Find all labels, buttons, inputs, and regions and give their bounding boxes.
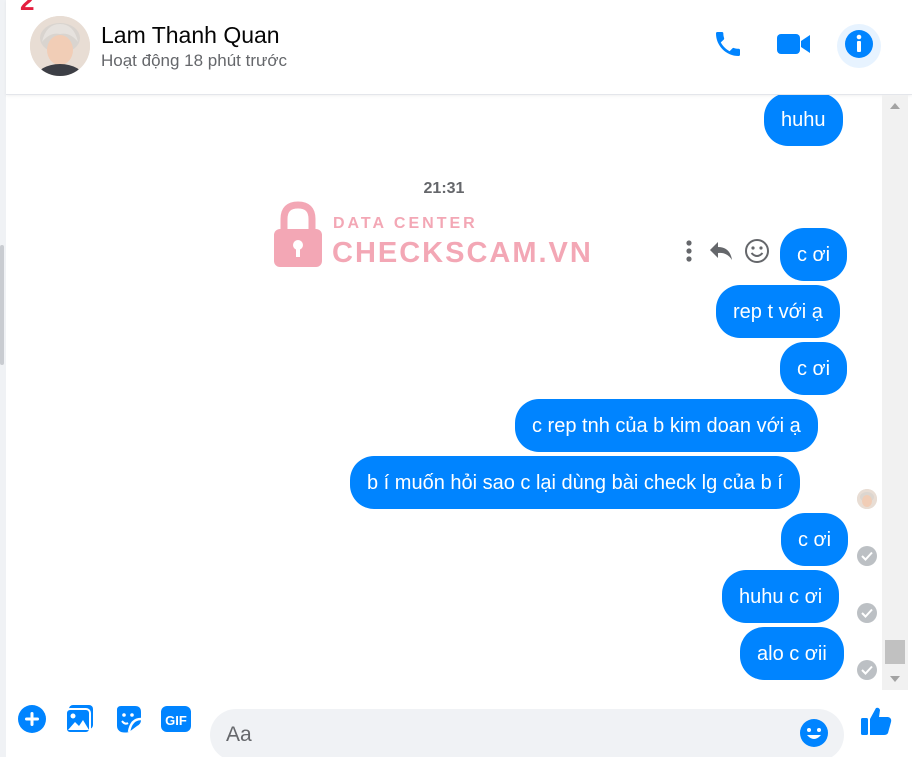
react-button[interactable] bbox=[742, 238, 772, 268]
video-call-icon bbox=[776, 30, 812, 63]
video-call-button[interactable] bbox=[774, 26, 814, 66]
image-icon bbox=[64, 703, 96, 740]
message-bubble[interactable]: c ơi bbox=[781, 513, 849, 566]
chat-header: 2 Lam Thanh Quan Hoạt động 18 phút trước bbox=[6, 0, 912, 95]
emoji-icon bbox=[799, 718, 829, 753]
sent-check-icon bbox=[857, 546, 877, 566]
reply-icon bbox=[708, 240, 734, 267]
message-input[interactable] bbox=[226, 722, 786, 748]
message-list[interactable]: huhu 21:31 DATA CENTER CHECKSCAM.VN c ơi… bbox=[6, 95, 882, 690]
annotation-marker: 2 bbox=[20, 0, 35, 16]
message-bubble[interactable]: c rep tnh của b kim doan với ạ bbox=[515, 399, 818, 452]
more-options-button[interactable] bbox=[674, 238, 704, 268]
watermark-main-text: CHECKSCAM.VN bbox=[332, 237, 593, 269]
scroll-down-arrow[interactable] bbox=[890, 676, 900, 682]
sent-check-icon bbox=[857, 660, 877, 680]
more-vertical-icon bbox=[685, 239, 693, 268]
attach-image-button[interactable] bbox=[64, 703, 96, 740]
message-bubble[interactable]: b í muốn hỏi sao c lại dùng bài check lg… bbox=[350, 456, 800, 509]
like-button[interactable] bbox=[858, 705, 894, 741]
message-bubble[interactable]: huhu bbox=[764, 95, 843, 146]
conversation-info-button[interactable] bbox=[837, 24, 881, 68]
message-bubble[interactable]: c ơi bbox=[780, 228, 848, 281]
thumbs-up-icon bbox=[859, 704, 893, 743]
more-actions-button[interactable] bbox=[16, 704, 48, 739]
lock-icon bbox=[272, 201, 324, 274]
message-bubble[interactable]: rep t với ạ bbox=[716, 285, 840, 338]
reply-button[interactable] bbox=[706, 238, 736, 268]
contact-name[interactable]: Lam Thanh Quan bbox=[101, 22, 280, 49]
sticker-button[interactable] bbox=[112, 705, 144, 737]
add-circle-icon bbox=[17, 704, 47, 739]
left-edge-handle[interactable] bbox=[0, 245, 4, 365]
message-hover-actions bbox=[674, 238, 774, 268]
gif-button[interactable]: GIF bbox=[160, 705, 192, 737]
scroll-thumb[interactable] bbox=[885, 640, 905, 664]
sent-check-icon bbox=[857, 603, 877, 623]
message-timestamp: 21:31 bbox=[423, 180, 465, 197]
seen-by-avatar bbox=[857, 489, 877, 509]
scroll-up-arrow[interactable] bbox=[890, 103, 900, 109]
watermark-top-text: DATA CENTER bbox=[333, 215, 478, 232]
emoji-react-icon bbox=[744, 238, 770, 269]
info-icon bbox=[844, 29, 874, 64]
watermark: DATA CENTER CHECKSCAM.VN bbox=[272, 201, 591, 274]
emoji-picker-button[interactable] bbox=[798, 718, 830, 753]
phone-icon bbox=[712, 28, 744, 65]
message-bubble[interactable]: alo c ơii bbox=[740, 627, 844, 680]
message-bubble[interactable]: huhu c ơi bbox=[722, 570, 840, 623]
chat-scrollbar[interactable] bbox=[882, 95, 908, 690]
contact-avatar[interactable] bbox=[30, 16, 90, 76]
message-composer: GIF bbox=[6, 690, 912, 757]
message-bubble[interactable]: c ơi bbox=[780, 342, 848, 395]
contact-status: Hoạt động 18 phút trước bbox=[101, 51, 288, 70]
messenger-chat-window: 2 Lam Thanh Quan Hoạt động 18 phút trước bbox=[0, 0, 912, 757]
gif-icon: GIF bbox=[160, 704, 192, 739]
svg-text:GIF: GIF bbox=[165, 713, 187, 728]
message-input-box[interactable] bbox=[210, 709, 844, 757]
voice-call-button[interactable] bbox=[708, 26, 748, 66]
sticker-icon bbox=[113, 704, 143, 739]
